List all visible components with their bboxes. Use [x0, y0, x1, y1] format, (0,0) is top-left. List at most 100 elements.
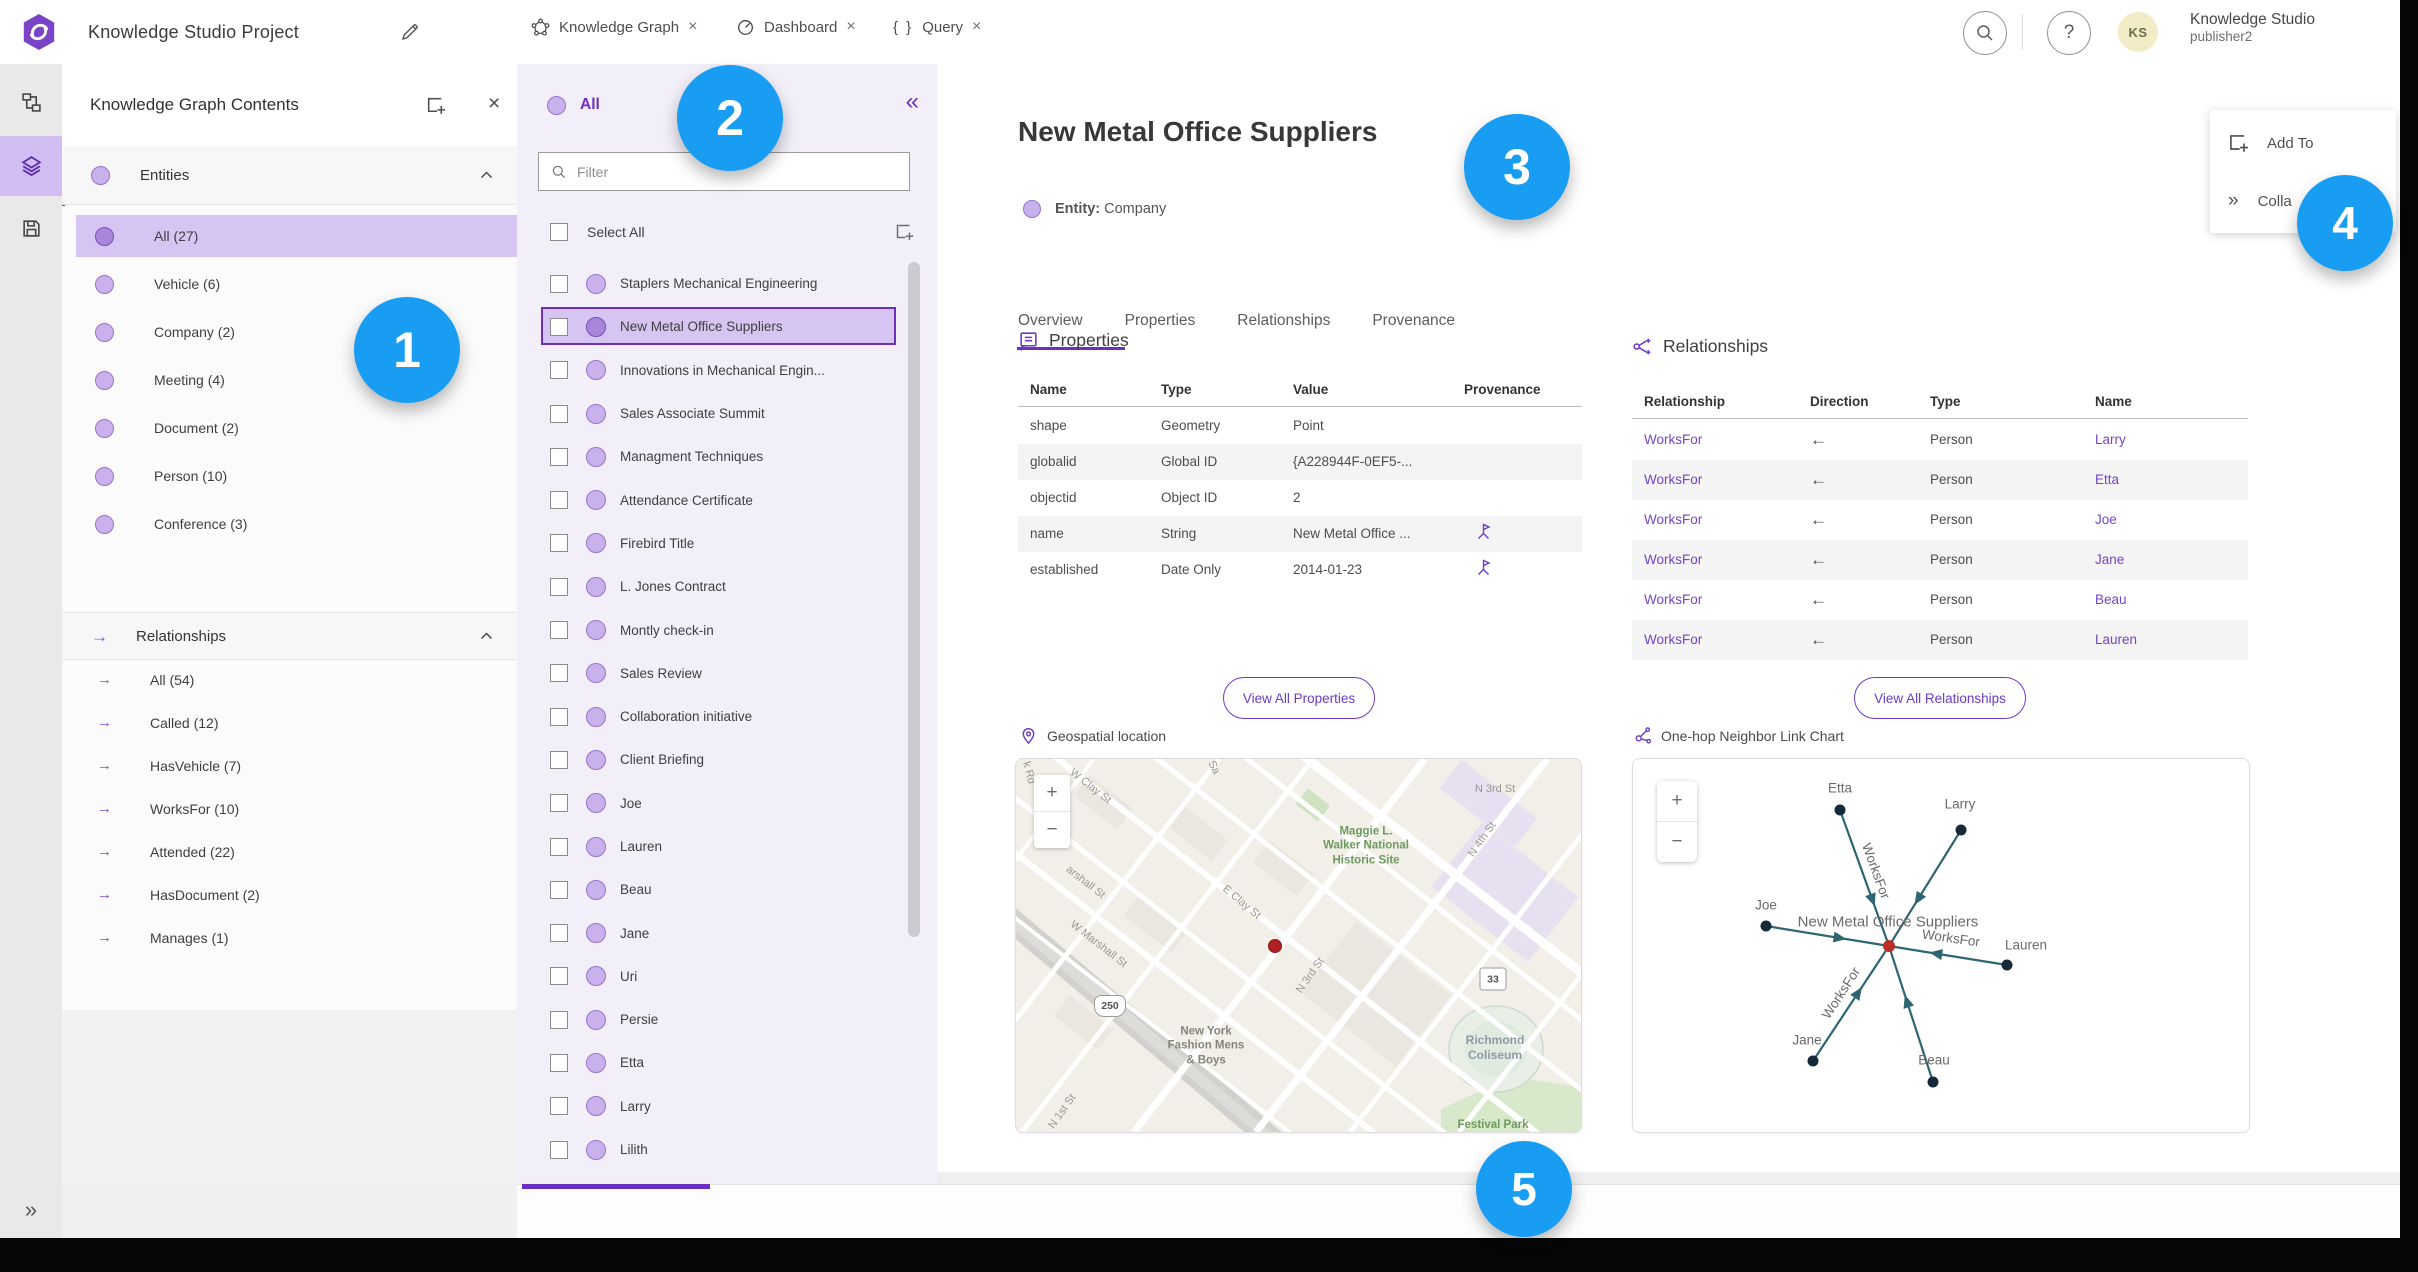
related-entity-link[interactable]: Lauren: [2095, 632, 2137, 647]
add-to-map-icon[interactable]: [893, 221, 915, 243]
list-item[interactable]: Sales Associate Summit: [517, 392, 937, 435]
tab-relationships[interactable]: Relationships: [1237, 312, 1330, 342]
sidebar-item-rel-manages[interactable]: → Manages (1): [62, 916, 517, 959]
sidebar-item-entity-vehicle[interactable]: Vehicle (6): [62, 260, 517, 308]
layers-icon[interactable]: [0, 144, 62, 188]
item-checkbox[interactable]: [550, 707, 568, 726]
list-item[interactable]: Lauren: [517, 825, 937, 868]
relationship-link[interactable]: WorksFor: [1644, 472, 1702, 487]
vertical-scrollbar[interactable]: [908, 262, 920, 937]
view-all-relationships-button[interactable]: View All Relationships: [1854, 677, 2026, 719]
item-checkbox[interactable]: [550, 794, 568, 813]
item-checkbox[interactable]: [550, 1097, 568, 1116]
select-all-checkbox[interactable]: [550, 223, 568, 241]
related-entity-link[interactable]: Jane: [2095, 552, 2124, 567]
item-checkbox[interactable]: [550, 534, 568, 553]
list-item[interactable]: Client Briefing: [517, 738, 937, 781]
help-button[interactable]: ?: [2047, 11, 2091, 55]
sidebar-item-rel-hasvehicle[interactable]: → HasVehicle (7): [62, 744, 517, 787]
list-item[interactable]: Uri: [517, 955, 937, 998]
center-node-label[interactable]: New Metal Office Suppliers: [1798, 914, 1979, 931]
link-chart[interactable]: Etta Larry Joe Lauren Jane Beau New Meta…: [1632, 758, 2250, 1133]
item-checkbox[interactable]: [550, 317, 568, 336]
list-item[interactable]: Joe: [517, 782, 937, 825]
related-entity-link[interactable]: Joe: [2095, 512, 2117, 527]
sidebar-item-entity-conference[interactable]: Conference (3): [62, 500, 517, 548]
zoom-in-button[interactable]: +: [1034, 775, 1070, 811]
zoom-out-button[interactable]: −: [1657, 821, 1697, 862]
item-checkbox[interactable]: [550, 1053, 568, 1072]
chevron-up-icon[interactable]: [480, 632, 493, 640]
list-item[interactable]: Sales Review: [517, 652, 937, 695]
list-item[interactable]: Managment Techniques: [517, 435, 937, 478]
node-label[interactable]: Lauren: [2005, 938, 2047, 953]
item-checkbox[interactable]: [550, 1140, 568, 1159]
horizontal-scrollbar[interactable]: [522, 1184, 710, 1189]
node-label[interactable]: Larry: [1945, 797, 1976, 812]
add-to-map-icon[interactable]: [424, 94, 447, 117]
list-item[interactable]: Attendance Certificate: [517, 478, 937, 521]
item-checkbox[interactable]: [550, 837, 568, 856]
relationships-section-header[interactable]: → Relationships: [62, 612, 517, 660]
related-entity-link[interactable]: Larry: [2095, 432, 2126, 447]
entities-section-header[interactable]: Entities: [62, 146, 517, 205]
node-label[interactable]: Joe: [1755, 898, 1777, 913]
entity-location-marker[interactable]: [1268, 939, 1282, 953]
sidebar-item-rel-all[interactable]: → All (54): [62, 658, 517, 701]
sidebar-item-rel-attended[interactable]: → Attended (22): [62, 830, 517, 873]
relationship-link[interactable]: WorksFor: [1644, 512, 1702, 527]
related-entity-link[interactable]: Beau: [2095, 592, 2127, 607]
sidebar-item-rel-worksfor[interactable]: → WorksFor (10): [62, 787, 517, 830]
item-checkbox[interactable]: [550, 1010, 568, 1029]
related-entity-link[interactable]: Etta: [2095, 472, 2119, 487]
list-item[interactable]: Firebird Title: [517, 522, 937, 565]
zoom-out-button[interactable]: −: [1034, 811, 1070, 848]
list-item[interactable]: Innovations in Mechanical Engin...: [517, 349, 937, 392]
geospatial-map[interactable]: k Rd W Clay St Sa Maggie L. Walker Natio…: [1015, 758, 1582, 1133]
user-avatar[interactable]: KS: [2118, 12, 2158, 52]
chevron-up-icon[interactable]: [480, 171, 493, 179]
relationship-link[interactable]: WorksFor: [1644, 552, 1702, 567]
zoom-in-button[interactable]: +: [1657, 781, 1697, 821]
sidebar-item-entity-person[interactable]: Person (10): [62, 452, 517, 500]
item-checkbox[interactable]: [550, 447, 568, 466]
list-item[interactable]: Beau: [517, 868, 937, 911]
provenance-flag-icon[interactable]: [1474, 558, 1493, 577]
node-label[interactable]: Beau: [1918, 1053, 1950, 1068]
list-item[interactable]: Lilith: [517, 1128, 937, 1171]
expand-rail-icon[interactable]: »: [0, 1188, 62, 1232]
list-item[interactable]: L. Jones Contract: [517, 565, 937, 608]
collapse-panel-icon[interactable]: «: [906, 90, 919, 114]
relationship-link[interactable]: WorksFor: [1644, 632, 1702, 647]
item-checkbox[interactable]: [550, 924, 568, 943]
list-item[interactable]: Jane: [517, 911, 937, 954]
node-label[interactable]: Jane: [1792, 1033, 1821, 1048]
edit-title-pencil-icon[interactable]: [400, 22, 420, 42]
list-item[interactable]: Montly check-in: [517, 608, 937, 651]
save-icon[interactable]: [0, 206, 62, 250]
close-panel-icon[interactable]: ×: [488, 92, 500, 116]
item-checkbox[interactable]: [550, 967, 568, 986]
item-checkbox[interactable]: [550, 880, 568, 899]
close-tab-icon[interactable]: ×: [688, 18, 697, 36]
add-to-menu-item[interactable]: Add To: [2210, 122, 2396, 164]
node-label[interactable]: Etta: [1828, 781, 1852, 796]
list-item[interactable]: Larry: [517, 1085, 937, 1128]
app-logo-icon[interactable]: [20, 13, 58, 51]
item-checkbox[interactable]: [550, 664, 568, 683]
tab-properties[interactable]: Properties: [1125, 312, 1196, 342]
item-checkbox[interactable]: [550, 577, 568, 596]
view-tab-knowledge-graph[interactable]: Knowledge Graph ×: [531, 0, 697, 54]
list-item[interactable]: Staplers Mechanical Engineering: [517, 262, 937, 305]
item-checkbox[interactable]: [550, 621, 568, 640]
sidebar-item-rel-called[interactable]: → Called (12): [62, 701, 517, 744]
list-item[interactable]: Persie: [517, 998, 937, 1041]
item-checkbox[interactable]: [550, 491, 568, 510]
item-checkbox[interactable]: [550, 750, 568, 769]
list-item[interactable]: Etta: [517, 1041, 937, 1084]
relationship-link[interactable]: WorksFor: [1644, 592, 1702, 607]
view-tab-query[interactable]: { } Query ×: [893, 0, 981, 54]
view-all-properties-button[interactable]: View All Properties: [1223, 677, 1375, 719]
item-checkbox[interactable]: [550, 274, 568, 293]
sidebar-item-entity-all[interactable]: All (27): [62, 212, 517, 260]
